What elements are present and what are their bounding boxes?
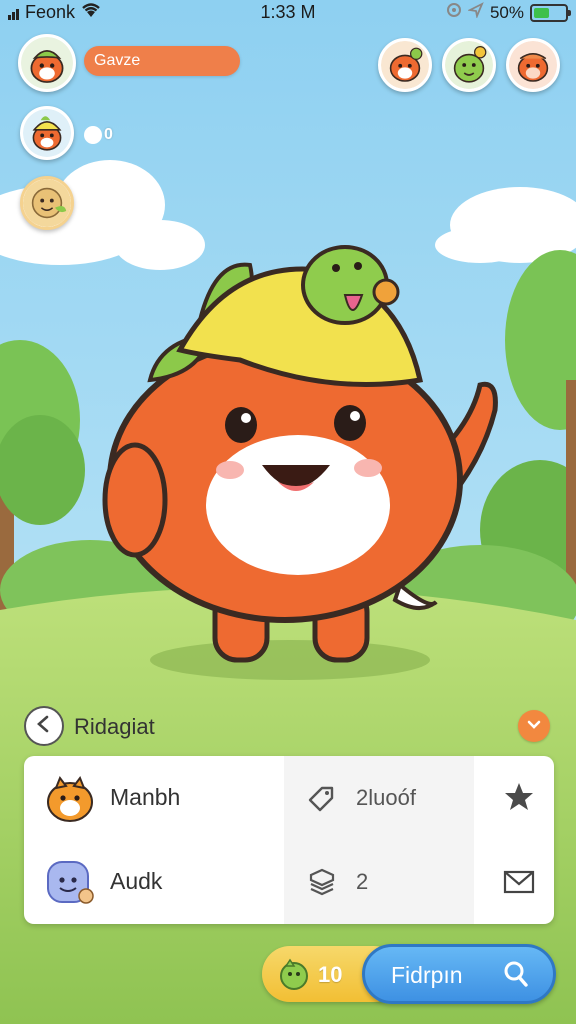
- section-title: Ridagiat: [74, 714, 155, 739]
- pet-row[interactable]: Manbh 2luoóf: [24, 756, 554, 840]
- tag-icon: [306, 782, 338, 814]
- wifi-icon: [81, 2, 101, 23]
- pet-name: Manbh: [110, 784, 181, 810]
- chat-bubble[interactable]: 0: [84, 122, 126, 148]
- battery-icon: [530, 3, 571, 22]
- pet-coin-icon: [276, 956, 312, 992]
- search-icon: [501, 959, 531, 989]
- orange-pet-icon: [42, 770, 98, 826]
- star-icon[interactable]: [502, 780, 536, 814]
- location-icon: [446, 2, 462, 23]
- top-avatar-2[interactable]: [442, 38, 496, 92]
- clock-back-icon: [33, 713, 55, 740]
- status-right: 50%: [446, 2, 571, 23]
- pet-row[interactable]: Audk 2: [24, 840, 554, 924]
- carrier-label: Feonk: [25, 2, 76, 22]
- player-name-pill[interactable]: Gavze: [84, 46, 240, 76]
- navigation-icon: [467, 2, 484, 23]
- find-button-label: Fidrpın: [391, 962, 463, 988]
- status-left: Feonk: [8, 2, 101, 23]
- chat-count: 0: [104, 126, 113, 143]
- friend-avatar-2[interactable]: [20, 176, 74, 230]
- chat-bubble-icon: [84, 126, 102, 144]
- battery-percent: 50%: [489, 2, 524, 22]
- pet-list-card: Manbh 2luoóf Audk 2: [24, 756, 554, 924]
- status-bar: Feonk 1:33 M 50%: [0, 0, 576, 26]
- top-avatar-3[interactable]: [506, 38, 560, 92]
- back-button[interactable]: [24, 706, 64, 746]
- friend-avatar-1[interactable]: [20, 106, 74, 160]
- top-avatar-1[interactable]: [378, 38, 432, 92]
- blue-pet-icon: [42, 854, 98, 910]
- find-button[interactable]: Fidrpın: [362, 944, 556, 1004]
- expand-button[interactable]: [518, 710, 550, 742]
- signal-icon: [8, 6, 19, 20]
- envelope-icon[interactable]: [502, 864, 536, 898]
- pet-stat: 2: [356, 869, 369, 894]
- pet-name: Audk: [110, 868, 163, 894]
- shield-stack-icon: [306, 866, 338, 898]
- coin-count: 10: [318, 962, 343, 987]
- pet-section-header: Ridagiat: [24, 704, 552, 746]
- pet-stat: 2luoóf: [356, 785, 416, 810]
- chevron-down-icon: [527, 717, 541, 735]
- player-avatar[interactable]: [18, 34, 76, 92]
